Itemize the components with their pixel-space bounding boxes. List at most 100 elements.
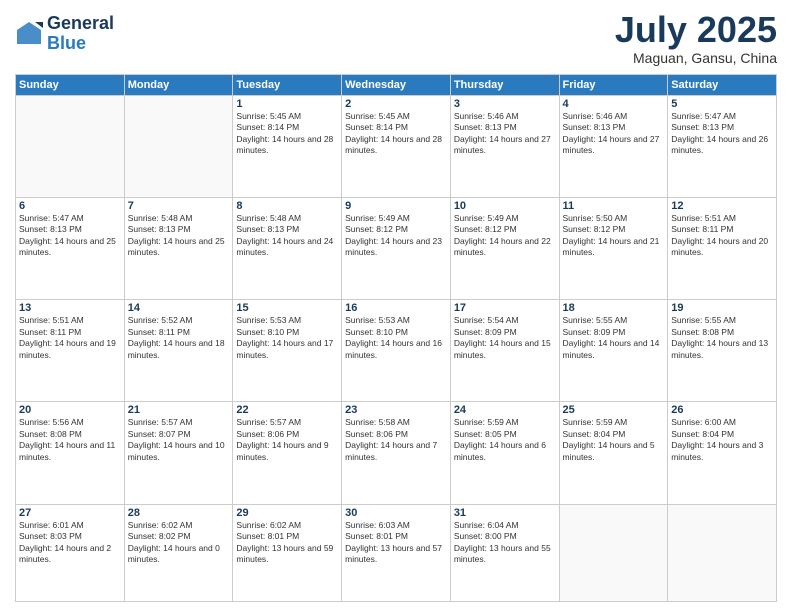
cell-info: Sunrise: 5:55 AM Sunset: 8:08 PM Dayligh… [671, 315, 773, 361]
day-number: 6 [19, 200, 121, 212]
table-row: 28Sunrise: 6:02 AM Sunset: 8:02 PM Dayli… [124, 504, 233, 601]
day-number: 5 [671, 98, 773, 110]
day-number: 8 [236, 200, 338, 212]
day-number: 21 [128, 404, 230, 416]
table-row: 24Sunrise: 5:59 AM Sunset: 8:05 PM Dayli… [450, 402, 559, 504]
table-row: 25Sunrise: 5:59 AM Sunset: 8:04 PM Dayli… [559, 402, 668, 504]
calendar-table: Sunday Monday Tuesday Wednesday Thursday… [15, 74, 777, 602]
day-number: 17 [454, 302, 556, 314]
cell-info: Sunrise: 5:47 AM Sunset: 8:13 PM Dayligh… [19, 213, 121, 259]
table-row: 5Sunrise: 5:47 AM Sunset: 8:13 PM Daylig… [668, 95, 777, 197]
table-row: 10Sunrise: 5:49 AM Sunset: 8:12 PM Dayli… [450, 197, 559, 299]
day-number: 2 [345, 98, 447, 110]
table-row: 23Sunrise: 5:58 AM Sunset: 8:06 PM Dayli… [342, 402, 451, 504]
cell-info: Sunrise: 5:49 AM Sunset: 8:12 PM Dayligh… [454, 213, 556, 259]
table-row: 8Sunrise: 5:48 AM Sunset: 8:13 PM Daylig… [233, 197, 342, 299]
day-number: 9 [345, 200, 447, 212]
cell-info: Sunrise: 5:50 AM Sunset: 8:12 PM Dayligh… [563, 213, 665, 259]
table-row: 1Sunrise: 5:45 AM Sunset: 8:14 PM Daylig… [233, 95, 342, 197]
cell-info: Sunrise: 5:56 AM Sunset: 8:08 PM Dayligh… [19, 417, 121, 463]
day-number: 1 [236, 98, 338, 110]
header-wednesday: Wednesday [342, 74, 451, 95]
table-row: 26Sunrise: 6:00 AM Sunset: 8:04 PM Dayli… [668, 402, 777, 504]
table-row: 9Sunrise: 5:49 AM Sunset: 8:12 PM Daylig… [342, 197, 451, 299]
header: General Blue July 2025 Maguan, Gansu, Ch… [15, 10, 777, 66]
cell-info: Sunrise: 5:59 AM Sunset: 8:05 PM Dayligh… [454, 417, 556, 463]
cell-info: Sunrise: 5:52 AM Sunset: 8:11 PM Dayligh… [128, 315, 230, 361]
cell-info: Sunrise: 5:51 AM Sunset: 8:11 PM Dayligh… [19, 315, 121, 361]
table-row: 13Sunrise: 5:51 AM Sunset: 8:11 PM Dayli… [16, 300, 125, 402]
cell-info: Sunrise: 5:45 AM Sunset: 8:14 PM Dayligh… [345, 111, 447, 157]
cell-info: Sunrise: 5:53 AM Sunset: 8:10 PM Dayligh… [345, 315, 447, 361]
table-row: 19Sunrise: 5:55 AM Sunset: 8:08 PM Dayli… [668, 300, 777, 402]
table-row: 4Sunrise: 5:46 AM Sunset: 8:13 PM Daylig… [559, 95, 668, 197]
day-number: 12 [671, 200, 773, 212]
page: General Blue July 2025 Maguan, Gansu, Ch… [0, 0, 792, 612]
table-row: 7Sunrise: 5:48 AM Sunset: 8:13 PM Daylig… [124, 197, 233, 299]
table-row: 20Sunrise: 5:56 AM Sunset: 8:08 PM Dayli… [16, 402, 125, 504]
location: Maguan, Gansu, China [615, 50, 777, 66]
table-row [559, 504, 668, 601]
cell-info: Sunrise: 5:48 AM Sunset: 8:13 PM Dayligh… [236, 213, 338, 259]
header-sunday: Sunday [16, 74, 125, 95]
day-number: 4 [563, 98, 665, 110]
day-number: 26 [671, 404, 773, 416]
table-row: 31Sunrise: 6:04 AM Sunset: 8:00 PM Dayli… [450, 504, 559, 601]
day-number: 25 [563, 404, 665, 416]
header-saturday: Saturday [668, 74, 777, 95]
table-row: 27Sunrise: 6:01 AM Sunset: 8:03 PM Dayli… [16, 504, 125, 601]
day-number: 20 [19, 404, 121, 416]
table-row: 15Sunrise: 5:53 AM Sunset: 8:10 PM Dayli… [233, 300, 342, 402]
cell-info: Sunrise: 5:51 AM Sunset: 8:11 PM Dayligh… [671, 213, 773, 259]
day-number: 19 [671, 302, 773, 314]
cell-info: Sunrise: 5:53 AM Sunset: 8:10 PM Dayligh… [236, 315, 338, 361]
day-number: 29 [236, 507, 338, 519]
table-row: 11Sunrise: 5:50 AM Sunset: 8:12 PM Dayli… [559, 197, 668, 299]
month-title: July 2025 [615, 10, 777, 50]
cell-info: Sunrise: 6:04 AM Sunset: 8:00 PM Dayligh… [454, 520, 556, 566]
table-row: 14Sunrise: 5:52 AM Sunset: 8:11 PM Dayli… [124, 300, 233, 402]
table-row: 21Sunrise: 5:57 AM Sunset: 8:07 PM Dayli… [124, 402, 233, 504]
logo: General Blue [15, 14, 114, 54]
table-row: 16Sunrise: 5:53 AM Sunset: 8:10 PM Dayli… [342, 300, 451, 402]
header-thursday: Thursday [450, 74, 559, 95]
table-row [668, 504, 777, 601]
day-number: 23 [345, 404, 447, 416]
day-number: 7 [128, 200, 230, 212]
table-row: 18Sunrise: 5:55 AM Sunset: 8:09 PM Dayli… [559, 300, 668, 402]
cell-info: Sunrise: 5:47 AM Sunset: 8:13 PM Dayligh… [671, 111, 773, 157]
header-friday: Friday [559, 74, 668, 95]
cell-info: Sunrise: 5:46 AM Sunset: 8:13 PM Dayligh… [563, 111, 665, 157]
logo-general: General [47, 14, 114, 34]
table-row: 29Sunrise: 6:02 AM Sunset: 8:01 PM Dayli… [233, 504, 342, 601]
table-row: 6Sunrise: 5:47 AM Sunset: 8:13 PM Daylig… [16, 197, 125, 299]
logo-icon [15, 20, 43, 48]
cell-info: Sunrise: 6:03 AM Sunset: 8:01 PM Dayligh… [345, 520, 447, 566]
day-number: 13 [19, 302, 121, 314]
day-number: 31 [454, 507, 556, 519]
title-area: July 2025 Maguan, Gansu, China [615, 10, 777, 66]
day-number: 16 [345, 302, 447, 314]
cell-info: Sunrise: 5:57 AM Sunset: 8:07 PM Dayligh… [128, 417, 230, 463]
cell-info: Sunrise: 5:58 AM Sunset: 8:06 PM Dayligh… [345, 417, 447, 463]
day-number: 14 [128, 302, 230, 314]
cell-info: Sunrise: 5:59 AM Sunset: 8:04 PM Dayligh… [563, 417, 665, 463]
table-row: 17Sunrise: 5:54 AM Sunset: 8:09 PM Dayli… [450, 300, 559, 402]
header-tuesday: Tuesday [233, 74, 342, 95]
table-row: 2Sunrise: 5:45 AM Sunset: 8:14 PM Daylig… [342, 95, 451, 197]
table-row: 12Sunrise: 5:51 AM Sunset: 8:11 PM Dayli… [668, 197, 777, 299]
day-number: 27 [19, 507, 121, 519]
table-row: 22Sunrise: 5:57 AM Sunset: 8:06 PM Dayli… [233, 402, 342, 504]
logo-blue: Blue [47, 34, 114, 54]
table-row [124, 95, 233, 197]
logo-text: General Blue [47, 14, 114, 54]
weekday-header-row: Sunday Monday Tuesday Wednesday Thursday… [16, 74, 777, 95]
day-number: 3 [454, 98, 556, 110]
cell-info: Sunrise: 5:45 AM Sunset: 8:14 PM Dayligh… [236, 111, 338, 157]
cell-info: Sunrise: 5:49 AM Sunset: 8:12 PM Dayligh… [345, 213, 447, 259]
cell-info: Sunrise: 5:57 AM Sunset: 8:06 PM Dayligh… [236, 417, 338, 463]
day-number: 24 [454, 404, 556, 416]
cell-info: Sunrise: 5:48 AM Sunset: 8:13 PM Dayligh… [128, 213, 230, 259]
cell-info: Sunrise: 6:02 AM Sunset: 8:01 PM Dayligh… [236, 520, 338, 566]
table-row [16, 95, 125, 197]
